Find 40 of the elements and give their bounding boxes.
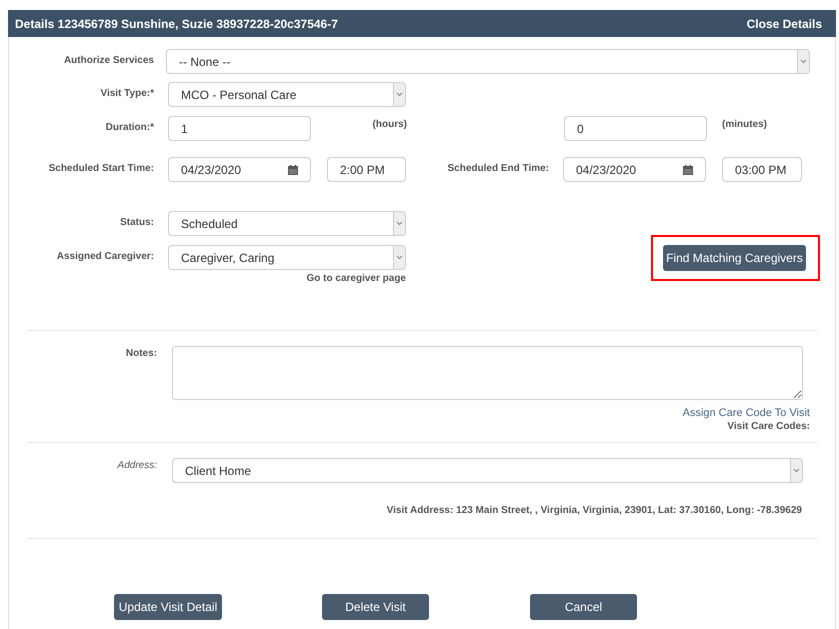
field-label: Duration:* [104, 121, 154, 133]
visit-address-text: Visit Address: 123 Main Street, , Virginia, Virginia, 23901, Lat: 37.30160, Long: -78.39629 [386, 505, 802, 516]
action-button[interactable]: Delete Visit [322, 594, 429, 620]
care-codes-label: Visit Care Codes: [727, 421, 810, 432]
dropdown-field[interactable]: Scheduled [168, 211, 406, 236]
field-label: Visit Type:* [99, 87, 154, 99]
chevron-down-icon [393, 83, 405, 106]
hours-field[interactable]: 1 [168, 116, 311, 141]
time-field[interactable]: 2:00 PM [327, 157, 406, 182]
date-field[interactable]: 04/23/2020 [168, 157, 311, 182]
calendar-icon [288, 164, 298, 174]
dropdown-field[interactable]: MCO - Personal Care [168, 82, 406, 107]
time-field[interactable]: 03:00 PM [722, 157, 802, 182]
panel-title: Details 123456789 Sunshine, Suzie 38937228-20c37546-7 [15, 16, 338, 30]
field-label: Assigned Caregiver: [56, 250, 154, 262]
date-field[interactable]: 04/23/2020 [563, 157, 706, 182]
field-label: Notes: [124, 347, 157, 359]
minutes-field[interactable]: 0 [564, 116, 707, 141]
unit-label: (minutes) [722, 118, 767, 130]
field-label: Scheduled End Time: [446, 162, 549, 174]
field-label: Scheduled Start Time: [48, 162, 154, 174]
find-caregivers-button[interactable]: Find Matching Caregivers [663, 245, 806, 271]
action-button[interactable]: Cancel [530, 594, 637, 620]
action-button[interactable]: Update Visit Detail [114, 594, 222, 620]
field-label: Status: [119, 216, 154, 228]
field-label: Authorize Services [62, 54, 154, 66]
chevron-down-icon [797, 50, 809, 73]
chevron-down-icon [393, 246, 405, 269]
field-label: Address: [116, 459, 157, 471]
chevron-down-icon [790, 459, 802, 482]
dropdown-field[interactable]: Caregiver, Caring [168, 245, 406, 270]
calendar-icon [683, 164, 693, 174]
unit-label: (hours) [372, 118, 407, 130]
notes-field[interactable] [172, 346, 803, 400]
dropdown-field[interactable]: Client Home [172, 458, 803, 483]
caregiver-page-link[interactable]: Go to caregiver page [306, 273, 406, 284]
close-details-link[interactable]: Close Details [746, 16, 822, 30]
assign-care-code-link[interactable]: Assign Care Code To Visit [682, 407, 810, 419]
chevron-down-icon [393, 212, 405, 235]
dropdown-field[interactable]: -- None -- [166, 49, 810, 74]
